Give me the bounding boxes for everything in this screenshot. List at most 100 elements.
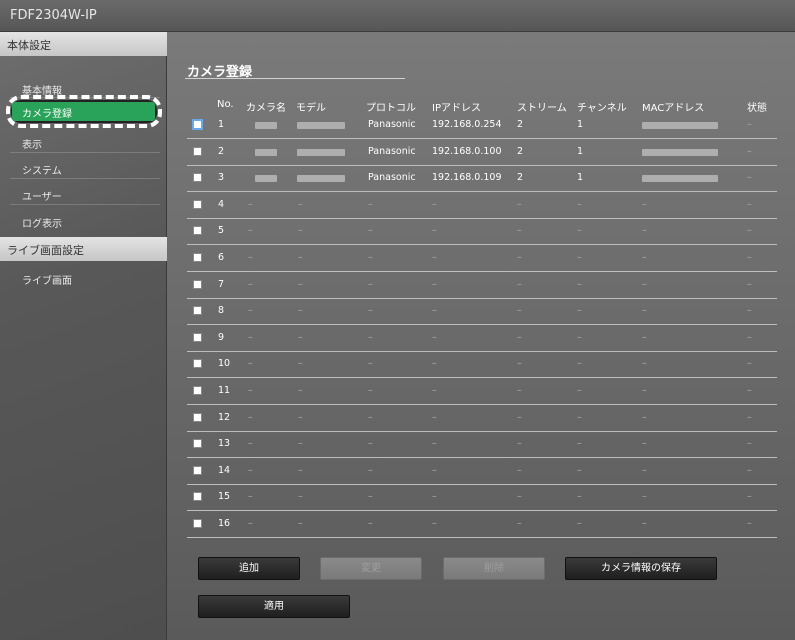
cell-channel: –: [577, 252, 582, 263]
row-checkbox[interactable]: [192, 119, 203, 130]
save-camera-info-button[interactable]: カメラ情報の保存: [565, 557, 717, 580]
cell-stream: –: [517, 198, 522, 210]
row-checkbox[interactable]: [193, 226, 202, 236]
cell-ip: –: [432, 438, 437, 450]
apply-button[interactable]: 適用: [198, 595, 350, 618]
table-row[interactable]: 16 – – – – – – – –: [187, 512, 777, 538]
cell-protocol: –: [368, 411, 373, 423]
sidebar-item-display[interactable]: 表示: [22, 136, 42, 151]
redacted-model: [297, 148, 345, 156]
row-checkbox[interactable]: [193, 332, 202, 342]
redacted-mac: [642, 122, 718, 129]
table-row[interactable]: 2 Panasonic 192.168.0.100 2 1 –: [187, 140, 777, 166]
cell-no: 8: [218, 305, 225, 317]
cell-channel: –: [577, 385, 582, 396]
sidebar-item-live-screen[interactable]: ライブ画面: [22, 272, 72, 287]
table-row[interactable]: 3 Panasonic 192.168.0.109 2 1 –: [187, 166, 777, 193]
cell-model: –: [298, 198, 303, 210]
column-header-camera-name: カメラ名: [246, 103, 286, 114]
cell-stream: –: [517, 464, 522, 476]
row-checkbox[interactable]: [193, 519, 202, 528]
row-checkbox[interactable]: [193, 146, 202, 156]
table-row[interactable]: 1 Panasonic 192.168.0.254 2 1 –: [187, 113, 777, 139]
cell-ip: –: [432, 385, 437, 396]
cell-model: –: [298, 518, 303, 529]
table-row[interactable]: 12 – – – – – – – –: [187, 406, 777, 432]
table-row[interactable]: 13 – – – – – – – –: [187, 432, 777, 459]
cell-channel: –: [577, 411, 582, 423]
modify-button[interactable]: 変更: [320, 557, 422, 580]
cell-ip: –: [432, 225, 437, 237]
table-row[interactable]: 11 – – – – – – – –: [187, 379, 777, 405]
divider: [10, 152, 160, 153]
cell-protocol: –: [368, 278, 373, 290]
sidebar-item-users[interactable]: ユーザー: [22, 188, 62, 203]
cell-mac: –: [642, 518, 647, 529]
cell-protocol: –: [368, 358, 373, 370]
table-row[interactable]: 10 – – – – – – – –: [187, 352, 777, 379]
cell-ip: –: [432, 252, 437, 263]
row-checkbox[interactable]: [193, 359, 202, 369]
row-checkbox[interactable]: [193, 306, 202, 316]
cell-stream: –: [517, 278, 522, 290]
cell-status: –: [747, 172, 752, 184]
sidebar: 本体設定 基本情報 カメラ登録 表示 システム ユーザー ログ表示 ライブ画面設…: [0, 32, 167, 640]
cell-name: –: [248, 278, 253, 290]
cell-protocol: –: [368, 385, 373, 396]
sidebar-item-log[interactable]: ログ表示: [22, 215, 62, 230]
sidebar-section-main-settings[interactable]: 本体設定: [0, 32, 167, 56]
cell-ip: 192.168.0.100: [432, 145, 502, 157]
cell-model: –: [298, 411, 303, 423]
table-row[interactable]: 8 – – – – – – – –: [187, 299, 777, 326]
cell-name: –: [248, 491, 253, 503]
column-header-no: No.: [217, 99, 234, 110]
cell-mac: –: [642, 225, 647, 237]
cell-no: 12: [218, 411, 231, 423]
row-checkbox[interactable]: [193, 439, 202, 449]
delete-button[interactable]: 削除: [443, 557, 545, 580]
table-row[interactable]: 5 – – – – – – – –: [187, 219, 777, 246]
cell-no: 14: [218, 464, 231, 476]
row-checkbox[interactable]: [193, 279, 202, 289]
table-row[interactable]: 15 – – – – – – – –: [187, 485, 777, 512]
cell-channel: –: [577, 464, 582, 476]
table-row[interactable]: 7 – – – – – – – –: [187, 273, 777, 299]
cell-channel: 1: [577, 145, 584, 157]
table-row[interactable]: 9 – – – – – – – –: [187, 326, 777, 352]
row-checkbox[interactable]: [193, 173, 202, 183]
column-header-status: 状態: [747, 103, 767, 114]
cell-status: –: [747, 278, 752, 290]
cell-name: –: [248, 252, 253, 263]
table-row[interactable]: 14 – – – – – – – –: [187, 459, 777, 485]
cell-name: –: [248, 385, 253, 396]
column-header-protocol: プロトコル: [366, 103, 416, 114]
cell-name: –: [248, 225, 253, 237]
cell-no: 9: [218, 331, 225, 343]
cell-no: 4: [218, 198, 225, 210]
cell-channel: –: [577, 518, 582, 529]
row-checkbox[interactable]: [193, 253, 202, 262]
row-checkbox[interactable]: [193, 386, 202, 395]
add-button[interactable]: 追加: [198, 557, 300, 580]
cell-no: 2: [218, 145, 225, 157]
cell-mac: –: [642, 252, 647, 263]
cell-model: –: [298, 491, 303, 503]
cell-stream: 2: [517, 172, 524, 184]
cell-stream: –: [517, 225, 522, 237]
sidebar-item-system[interactable]: システム: [22, 162, 62, 177]
cell-no: 7: [218, 278, 225, 290]
cell-mac: –: [642, 331, 647, 343]
cell-mac: –: [642, 305, 647, 317]
row-checkbox[interactable]: [193, 465, 202, 475]
sidebar-item-camera-registration[interactable]: カメラ登録: [12, 102, 155, 121]
sidebar-section-live-settings[interactable]: ライブ画面設定: [0, 237, 167, 261]
row-checkbox[interactable]: [193, 412, 202, 422]
cell-channel: –: [577, 198, 582, 210]
cell-protocol: –: [368, 331, 373, 343]
row-checkbox[interactable]: [193, 492, 202, 502]
row-checkbox[interactable]: [193, 199, 202, 209]
cell-name: –: [248, 198, 253, 210]
table-row[interactable]: 4 – – – – – – – –: [187, 193, 777, 219]
cell-ip: –: [432, 305, 437, 317]
table-row[interactable]: 6 – – – – – – – –: [187, 246, 777, 272]
